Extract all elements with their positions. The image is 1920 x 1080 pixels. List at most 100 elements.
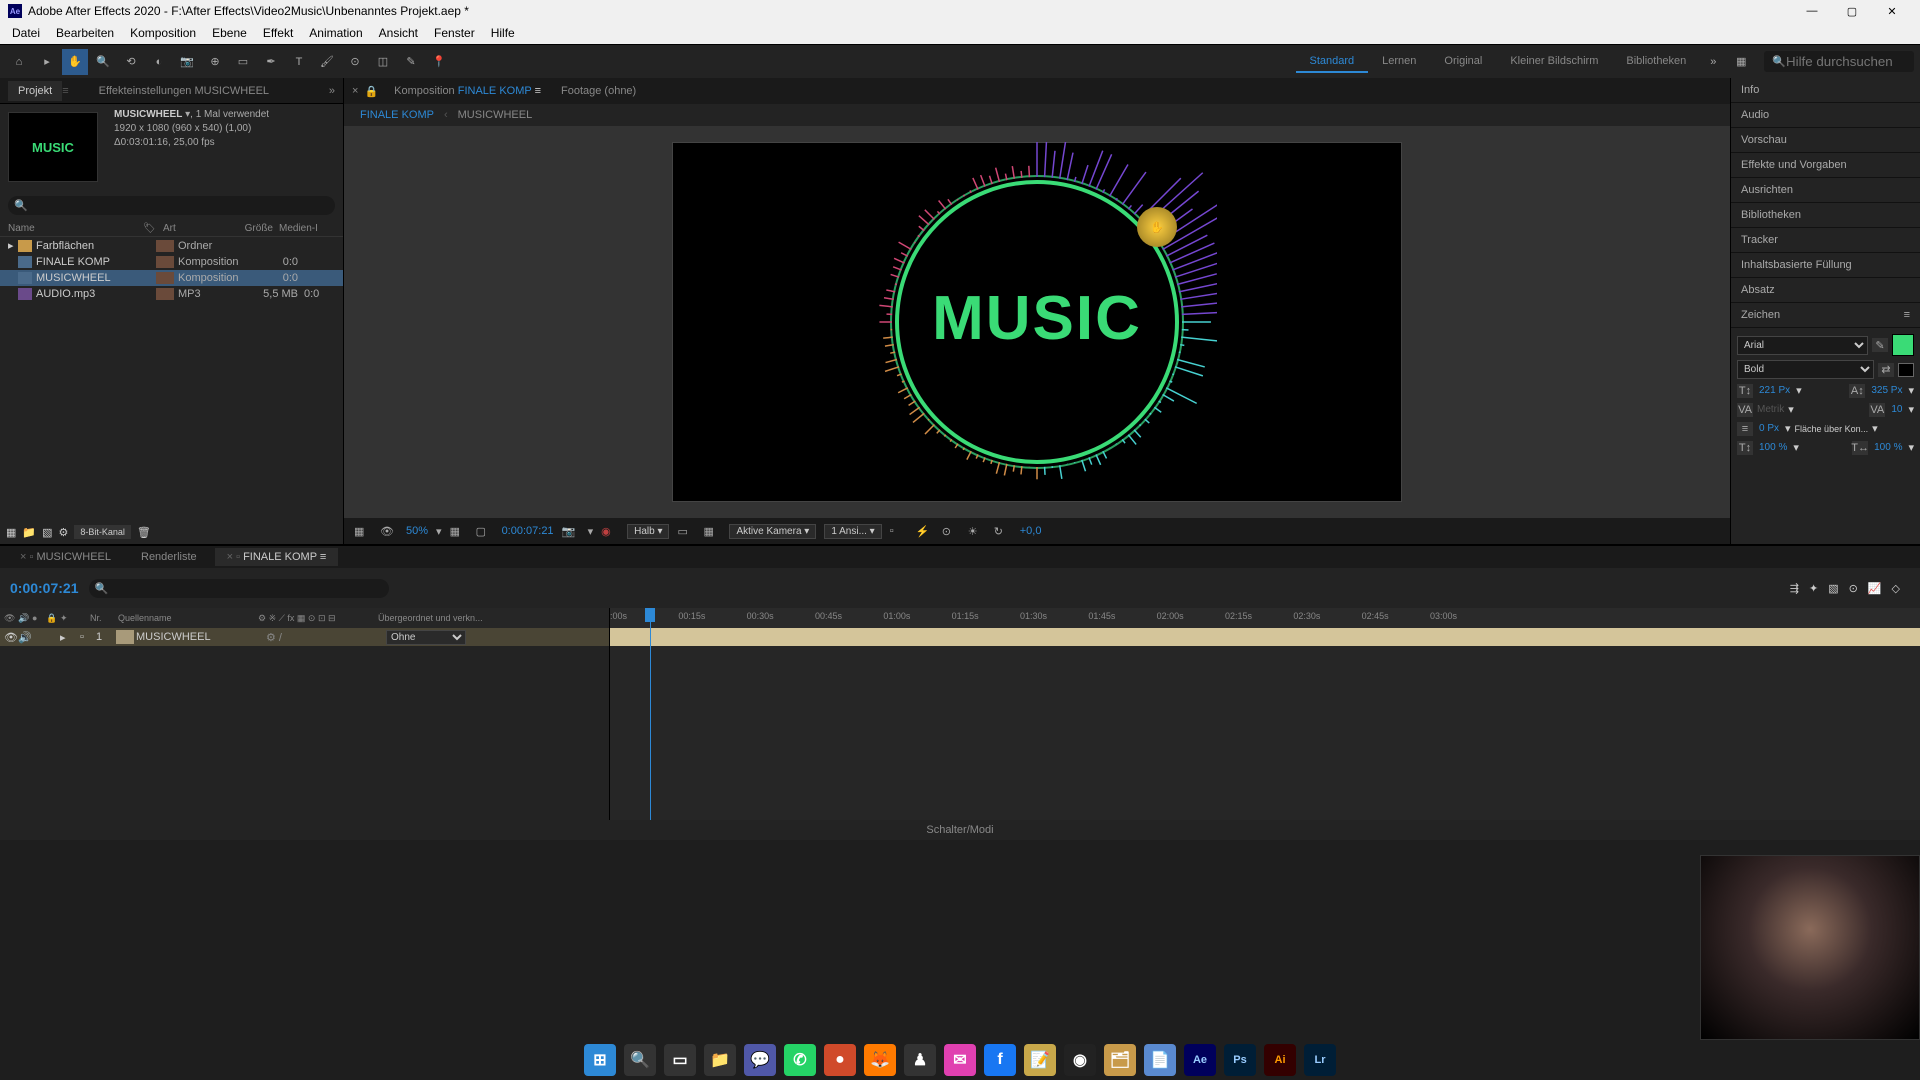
- taskbar-task-view-icon[interactable]: ▭: [664, 1044, 696, 1076]
- pan-behind-tool[interactable]: ⊕: [202, 49, 228, 75]
- rotate-tool[interactable]: ◐: [146, 49, 172, 75]
- timeline-search[interactable]: 🔍: [89, 579, 389, 598]
- menu-komposition[interactable]: Komposition: [122, 24, 204, 42]
- timeline-ruler[interactable]: :00s00:15s00:30s00:45s01:00s01:15s01:30s…: [610, 608, 1920, 628]
- kerning-value[interactable]: Metrik: [1757, 404, 1784, 415]
- close-button[interactable]: ✕: [1872, 0, 1912, 22]
- menu-animation[interactable]: Animation: [301, 24, 370, 42]
- menu-ansicht[interactable]: Ansicht: [371, 24, 426, 42]
- tracking-value[interactable]: 10: [1889, 402, 1904, 417]
- layer-duration-bar[interactable]: [610, 628, 1920, 646]
- brightness-icon[interactable]: ☀: [968, 525, 986, 538]
- settings-icon[interactable]: ⚙: [59, 526, 69, 539]
- maximize-button[interactable]: ▢: [1832, 0, 1872, 22]
- marker-icon[interactable]: ◇: [1892, 582, 1900, 595]
- shape-tool[interactable]: ▭: [230, 49, 256, 75]
- taskbar-messenger-icon[interactable]: ✉: [944, 1044, 976, 1076]
- taskbar-notes-icon[interactable]: 📝: [1024, 1044, 1056, 1076]
- taskbar-windows-start-icon[interactable]: ⊞: [584, 1044, 616, 1076]
- workspace-chevron-icon[interactable]: »: [1700, 49, 1726, 75]
- close-icon[interactable]: ×: [352, 85, 358, 97]
- project-item-audio-mp3[interactable]: AUDIO.mp3MP35,5 MB0:0: [0, 286, 343, 302]
- eyedropper-icon[interactable]: ✎: [1872, 338, 1888, 352]
- font-family-dropdown[interactable]: Arial: [1737, 336, 1868, 355]
- taskbar-app-red-icon[interactable]: ●: [824, 1044, 856, 1076]
- eye-header-icon[interactable]: 👁: [4, 613, 18, 624]
- panel-inhaltsbasierte-füllung[interactable]: Inhaltsbasierte Füllung: [1731, 253, 1920, 278]
- timeline-tab-renderliste[interactable]: Renderliste: [129, 548, 209, 566]
- workspace-grid-icon[interactable]: ▦: [1728, 49, 1754, 75]
- taskbar-app-chess-icon[interactable]: ♟: [904, 1044, 936, 1076]
- font-style-dropdown[interactable]: Bold: [1737, 360, 1874, 379]
- leading-value[interactable]: 325 Px: [1869, 383, 1904, 398]
- motion-blur-icon[interactable]: ⊙: [1849, 582, 1858, 595]
- taskbar-photoshop-icon[interactable]: Ps: [1224, 1044, 1256, 1076]
- taskbar-search-icon[interactable]: 🔍: [624, 1044, 656, 1076]
- menu-effekt[interactable]: Effekt: [255, 24, 301, 42]
- renderer-icon[interactable]: ⚡: [916, 525, 934, 538]
- stroke-swap-icon[interactable]: ⇄: [1878, 363, 1894, 377]
- workspace-original[interactable]: Original: [1430, 51, 1496, 73]
- tab-footage[interactable]: Footage (ohne): [551, 81, 646, 101]
- taskbar-illustrator-icon[interactable]: Ai: [1264, 1044, 1296, 1076]
- tab-effect-settings[interactable]: Effekteinstellungen MUSICWHEEL: [89, 81, 279, 101]
- project-item-farbflächen[interactable]: ▸FarbflächenOrdner: [0, 237, 343, 254]
- orbit-tool[interactable]: ⟲: [118, 49, 144, 75]
- lock-icon[interactable]: 🔒: [364, 85, 378, 98]
- frame-blend-icon[interactable]: ▧: [1828, 582, 1838, 595]
- help-search-input[interactable]: [1786, 54, 1906, 69]
- viewer-timecode[interactable]: 0:00:07:21: [502, 525, 554, 537]
- stroke-color-swatch[interactable]: [1898, 363, 1914, 377]
- menu-fenster[interactable]: Fenster: [426, 24, 483, 42]
- channels-icon[interactable]: 👁: [380, 525, 398, 538]
- zoom-tool[interactable]: 🔍: [90, 49, 116, 75]
- panel-absatz[interactable]: Absatz: [1731, 278, 1920, 303]
- color-mgmt-icon[interactable]: ◉: [601, 525, 619, 538]
- puppet-tool[interactable]: 📍: [426, 49, 452, 75]
- taskbar-app-teams-icon[interactable]: 💬: [744, 1044, 776, 1076]
- eraser-tool[interactable]: ◫: [370, 49, 396, 75]
- bit-depth[interactable]: 8-Bit-Kanal: [74, 525, 131, 539]
- taskbar-obs-icon[interactable]: ◉: [1064, 1044, 1096, 1076]
- help-search[interactable]: 🔍: [1764, 51, 1914, 72]
- font-size-value[interactable]: 221 Px: [1757, 383, 1792, 398]
- taskbar-files-icon[interactable]: 🗂: [1104, 1044, 1136, 1076]
- tab-composition[interactable]: Komposition FINALE KOMP ≡: [384, 81, 551, 101]
- panel-vorschau[interactable]: Vorschau: [1731, 128, 1920, 153]
- workspace-lernen[interactable]: Lernen: [1368, 51, 1430, 73]
- solo-header-icon[interactable]: ●: [32, 613, 46, 623]
- panel-tracker[interactable]: Tracker: [1731, 228, 1920, 253]
- pen-tool[interactable]: ✒: [258, 49, 284, 75]
- menu-bearbeiten[interactable]: Bearbeiten: [48, 24, 122, 42]
- viewer-area[interactable]: MUSIC ✋: [344, 126, 1730, 518]
- project-item-musicwheel[interactable]: MUSICWHEELKomposition0:0: [0, 270, 343, 286]
- panel-audio[interactable]: Audio: [1731, 103, 1920, 128]
- project-item-finale komp[interactable]: FINALE KOMPKomposition0:0: [0, 254, 343, 270]
- home-tool[interactable]: ⌂: [6, 49, 32, 75]
- mask-icon[interactable]: ▢: [476, 525, 494, 538]
- lock-header-icon[interactable]: 🔒: [46, 613, 60, 624]
- taskbar-explorer-icon[interactable]: 📁: [704, 1044, 736, 1076]
- snapshot-icon[interactable]: 📷: [562, 525, 580, 538]
- graph-editor-icon[interactable]: 📈: [1868, 582, 1882, 595]
- panel-bibliotheken[interactable]: Bibliotheken: [1731, 203, 1920, 228]
- timeline-tab-finale-komp[interactable]: × ▫ FINALE KOMP ≡: [215, 548, 339, 566]
- menu-ebene[interactable]: Ebene: [204, 24, 255, 42]
- breadcrumb-finale[interactable]: FINALE KOMP: [360, 109, 434, 121]
- breadcrumb-musicwheel[interactable]: MUSICWHEEL: [458, 109, 533, 121]
- roto-tool[interactable]: ✎: [398, 49, 424, 75]
- parent-dropdown[interactable]: Ohne: [386, 630, 466, 645]
- camera-tool[interactable]: 📷: [174, 49, 200, 75]
- minimize-button[interactable]: —: [1792, 0, 1832, 22]
- hand-tool[interactable]: ✋: [62, 49, 88, 75]
- playhead[interactable]: [650, 608, 651, 820]
- taskbar-notepad-icon[interactable]: 📄: [1144, 1044, 1176, 1076]
- timeline-track-area[interactable]: :00s00:15s00:30s00:45s01:00s01:15s01:30s…: [610, 608, 1920, 820]
- taskbar-firefox-icon[interactable]: 🦊: [864, 1044, 896, 1076]
- taskbar-whatsapp-icon[interactable]: ✆: [784, 1044, 816, 1076]
- tab-project[interactable]: Projekt: [8, 81, 62, 101]
- draft3d-icon[interactable]: ▫: [890, 525, 908, 537]
- grid-icon[interactable]: ▦: [450, 525, 468, 538]
- refresh-icon[interactable]: ↻: [994, 525, 1012, 538]
- timeline-tab-musicwheel[interactable]: × ▫ MUSICWHEEL: [8, 548, 123, 566]
